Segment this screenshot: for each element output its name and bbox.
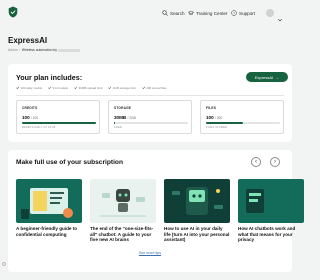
article-thumbnail [164,179,230,223]
stat-total: / 100 [30,116,39,120]
stat-total: / 2GB [127,116,136,120]
cta-label: ExpressAI [254,74,274,80]
stat-used: 100 [22,115,30,120]
feature-item: 5 AI models [48,86,68,90]
check-icon [74,86,78,90]
stat-used: 100 [206,115,214,120]
feature-item: 200 stored files [142,86,167,90]
stat-progress-fill [22,122,96,124]
stat-label: STORAGE [114,106,132,110]
see-more-tips-link[interactable]: See more tips [8,251,292,255]
article-title: How AI chatbots work and what that means… [238,226,296,243]
stat-progress-fill [206,122,243,124]
help-circle-icon: ? [231,10,237,16]
feature-item: 100 daily credits [16,86,42,90]
stat-caption: RESETS DAILY AT 16:00 [22,126,56,129]
graduation-cap-icon [188,10,194,16]
stat-caption: USED [114,126,123,129]
stat-value: 100 / 100 [22,115,38,120]
check-icon [48,86,52,90]
subscription-tips-card: Make full use of your subscription ‹ › A… [8,150,304,272]
article-thumbnail [90,179,156,223]
nav-support-label: Support [239,10,256,16]
article-card[interactable]: How to use AI in your daily life (turn A… [164,179,230,243]
article-card[interactable]: How AI chatbots work and what that means… [238,179,304,243]
nav-search-label: Search [170,10,185,16]
svg-text:?: ? [233,11,235,15]
chevron-right-icon: › [274,159,276,165]
expressai-cta-button[interactable]: ExpressAI → [246,72,288,82]
article-card[interactable]: A beginner-friendly guide to confidentia… [16,179,82,237]
chevron-down-icon[interactable] [277,10,283,22]
article-title: The end of the "one-size-fits-all" chatb… [90,226,154,243]
nav-training-center-label: Training Center [196,10,228,16]
stat-total: / 200 [214,116,223,120]
carousel-next-button[interactable]: › [270,157,280,167]
stat-progress-bar [22,122,96,124]
search-icon [162,10,168,16]
check-icon [108,86,112,90]
article-thumbnail [238,179,304,223]
article-thumbnail [16,179,82,223]
stat-progress-fill [114,122,116,124]
feature-item: 30MB upload limit [74,86,102,90]
files-stat: FILES 100 / 200 FILES STORED [200,100,284,134]
plan-card: Your plan includes: ExpressAI → 100 daily… [8,64,292,142]
credits-stat: CREDITS 100 / 100 RESETS DAILY AT 16:00 [16,100,100,134]
breadcrumb: Admin › Wireless automation by [8,48,81,52]
check-icon [142,86,145,90]
storage-stat: STORAGE 30MB / 2GB USED [108,100,192,134]
stat-value: 100 / 200 [206,115,222,120]
stat-value: 30MB / 2GB [114,115,136,120]
app-logo-icon[interactable] [8,6,18,18]
nav-search[interactable]: Search [162,8,185,18]
stat-label: CREDITS [22,106,38,110]
arrow-right-icon: → [275,74,280,80]
plan-title: Your plan includes: [16,73,83,82]
feature-label: 100 daily credits [20,86,43,90]
divider [16,95,284,96]
article-title: How to use AI in your daily life (turn A… [164,226,230,243]
stat-progress-bar [114,122,188,124]
feedback-handle[interactable] [2,262,6,266]
article-title: A beginner-friendly guide to confidentia… [16,226,78,237]
stat-used: 30MB [114,115,127,120]
nav-training-center[interactable]: Training Center [188,8,228,18]
stat-progress-bar [206,122,280,124]
avatar[interactable] [266,9,274,17]
article-card[interactable]: The end of the "one-size-fits-all" chatb… [90,179,156,243]
redacted-text [58,48,81,52]
stat-caption: FILES STORED [206,126,228,129]
feature-label: 2GB storage limit [112,86,136,90]
top-bar: Search Training Center ? Support [0,0,300,26]
plan-features: 100 daily credits 5 AI models 30MB uploa… [16,86,167,90]
stat-label: FILES [206,106,217,110]
page-title: ExpressAI [8,36,48,45]
breadcrumb-item-current: Wireless automation by [21,48,58,52]
feature-label: 5 AI models [52,86,69,90]
feature-label: 200 stored files [146,86,167,90]
nav-support[interactable]: ? Support [231,8,255,18]
carousel-prev-button[interactable]: ‹ [251,157,261,167]
section-title: Make full use of your subscription [16,159,123,166]
feature-item: 2GB storage limit [108,86,136,90]
check-icon [16,86,20,90]
breadcrumb-item-admin[interactable]: Admin [8,48,18,52]
feature-label: 30MB upload limit [78,86,103,90]
chevron-left-icon: ‹ [255,159,257,165]
breadcrumb-separator: › [19,48,21,52]
